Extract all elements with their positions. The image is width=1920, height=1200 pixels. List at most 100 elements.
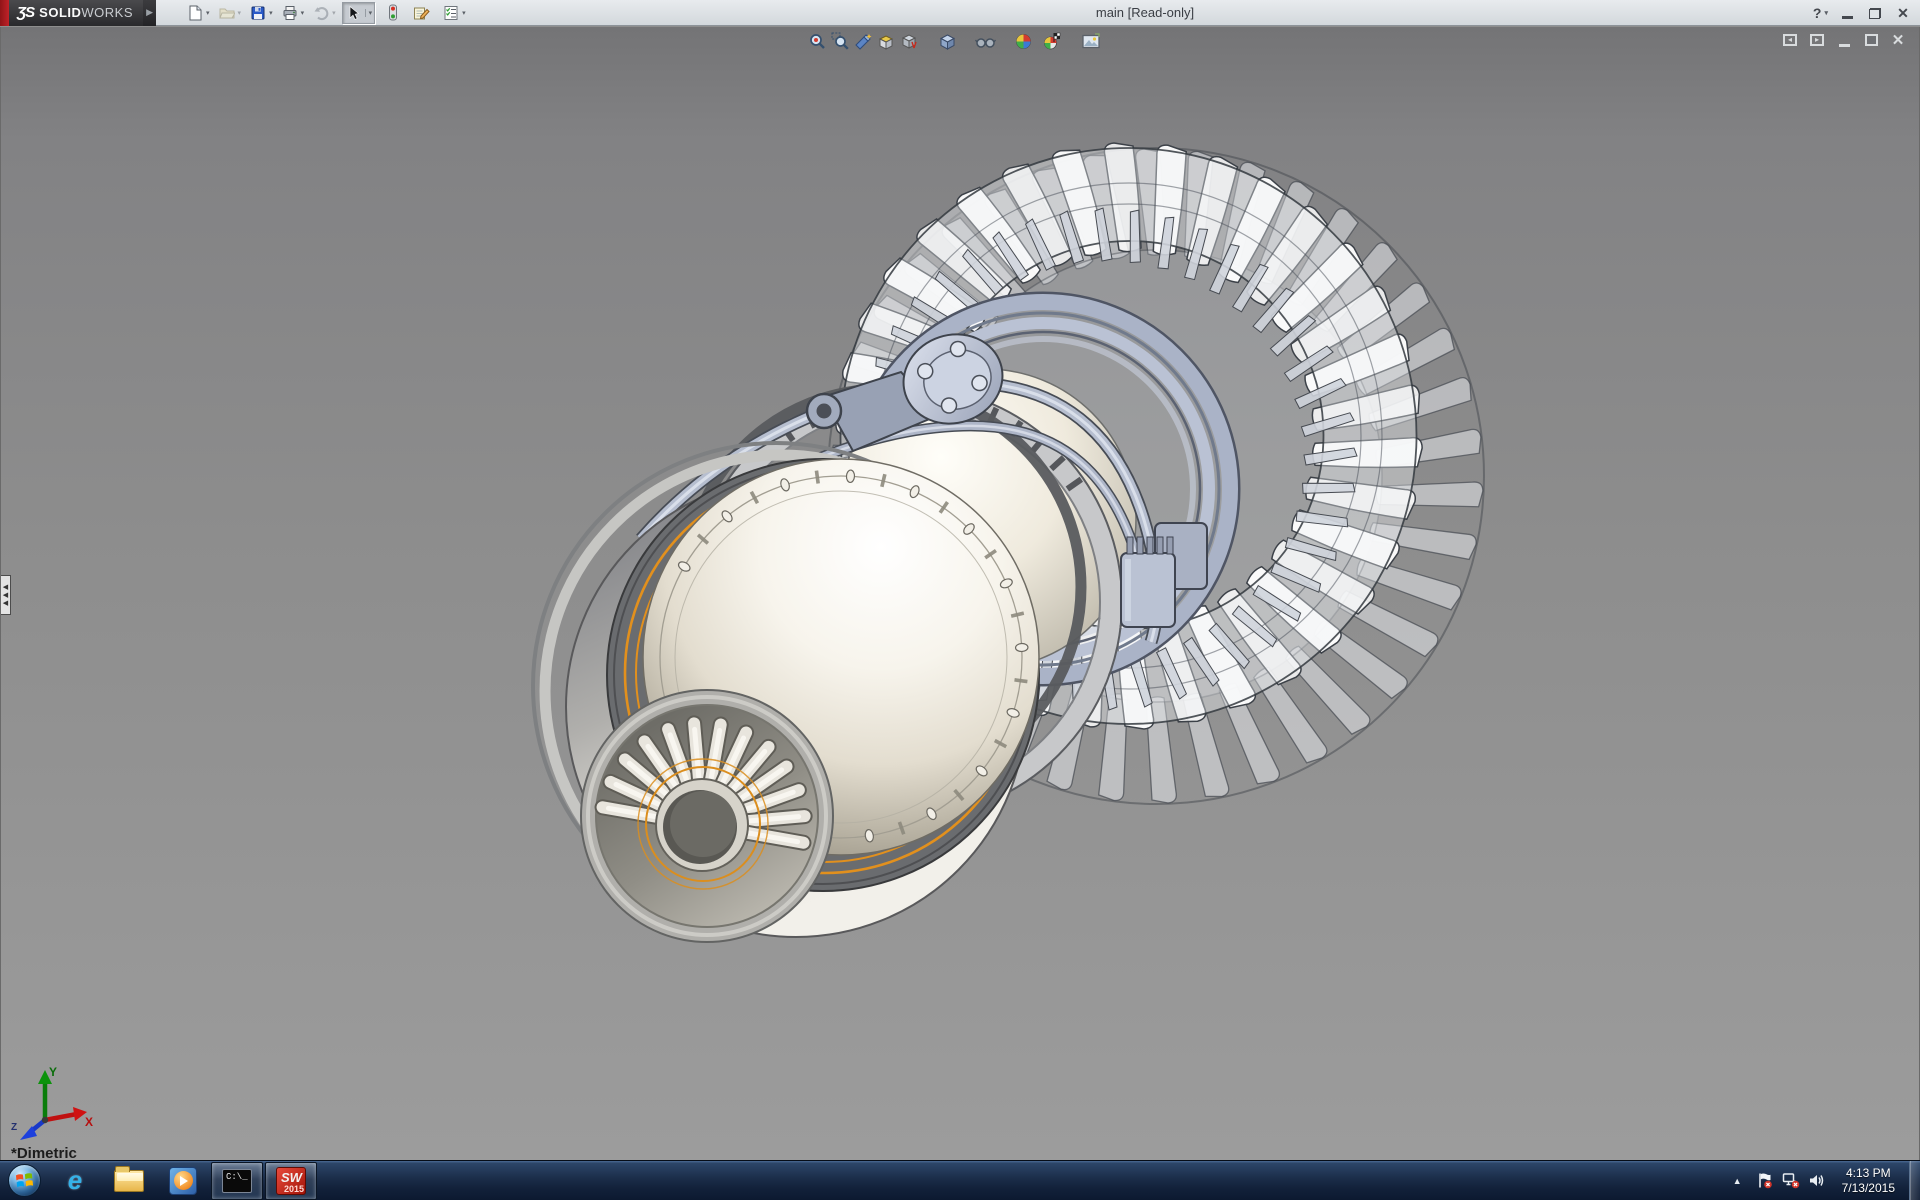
dropdown-arrow-icon[interactable]: ▾ — [206, 9, 210, 17]
comment-icon — [413, 5, 430, 21]
volume-icon[interactable] — [1808, 1172, 1826, 1190]
traffic-light-icon — [387, 4, 399, 21]
headsup-previous-view-button[interactable] — [852, 30, 875, 53]
brand-red-stripe — [0, 0, 9, 26]
windows-flag-icon — [15, 1171, 34, 1190]
headsup-annotation-views-button[interactable] — [898, 30, 921, 53]
taskbar-media-player[interactable] — [157, 1162, 209, 1200]
select-button[interactable]: ▾ — [342, 2, 376, 24]
open-button[interactable]: ▾ — [216, 2, 245, 24]
traffic-light-button[interactable] — [384, 2, 402, 24]
headsup-apply-scene-button[interactable] — [1041, 30, 1064, 53]
dropdown-arrow-icon[interactable]: ▾ — [301, 9, 305, 17]
headsup-view-settings-button[interactable] — [1079, 30, 1102, 53]
restore-icon — [1869, 8, 1881, 19]
solidworks-logo: ƷS SOLID WORKS — [9, 0, 143, 26]
hide-show-items-icon — [975, 32, 996, 51]
dropdown-arrow-icon[interactable]: ▾ — [365, 9, 373, 17]
start-button[interactable] — [0, 1161, 48, 1200]
zoom-to-area-icon — [831, 32, 850, 51]
zoom-to-fit-icon — [808, 32, 827, 51]
titlebar-controls: ? ▾ ✕ — [1813, 0, 1912, 26]
orientation-triad: Y X Z — [9, 1062, 95, 1146]
titlebar: ƷS SOLID WORKS ▶ ▾ ▾ ▾ ▾ — [0, 0, 1920, 26]
action-center-flag-icon[interactable] — [1756, 1172, 1774, 1190]
pane-collapse-right-button[interactable]: ▸ — [1808, 32, 1826, 48]
undo-button[interactable]: ▾ — [310, 2, 339, 24]
viewport-3d[interactable]: ◂ ▸ ✕ ◀ ◀ ◀ Y X Z *Dimetric — [0, 27, 1920, 1160]
headsup-view-toolbar — [806, 30, 1102, 53]
dropdown-arrow-icon[interactable]: ▾ — [462, 9, 466, 17]
headsup-view-orientation-button[interactable] — [936, 30, 959, 53]
doc-minimize-icon — [1839, 44, 1850, 47]
pane-collapse-right-icon: ▸ — [1810, 34, 1824, 46]
doc-restore-button[interactable] — [1862, 32, 1880, 48]
pane-collapse-left-button[interactable]: ◂ — [1781, 32, 1799, 48]
print-icon — [282, 5, 298, 21]
taskbar-internet-explorer[interactable]: e — [49, 1162, 101, 1200]
headsup-edit-appearance-button[interactable] — [1012, 30, 1035, 53]
previous-view-icon — [854, 32, 873, 51]
brand-text-bold: SOLID — [39, 5, 81, 20]
system-tray: ▲ 4:13 PM 7/13/2015 — [1733, 1161, 1920, 1200]
brand-text-light: WORKS — [81, 5, 133, 20]
menu-expand-arrow-icon[interactable]: ▶ — [143, 0, 156, 26]
section-view-icon — [877, 32, 896, 51]
solidworks-logo-glyph-icon: ƷS — [17, 4, 34, 21]
comment-button[interactable] — [410, 2, 433, 24]
taskbar-windows-explorer[interactable] — [103, 1162, 155, 1200]
options-list-icon — [443, 5, 459, 21]
media-player-icon — [169, 1167, 197, 1195]
annotation-views-icon — [900, 32, 919, 51]
minimize-button[interactable] — [1838, 4, 1856, 22]
taskbar-command-prompt[interactable]: C:\_ — [211, 1162, 263, 1200]
close-button[interactable]: ✕ — [1894, 4, 1912, 22]
view-orientation-icon — [938, 32, 957, 51]
apply-scene-icon — [1043, 32, 1062, 51]
dropdown-arrow-icon: ▾ — [1824, 9, 1828, 17]
pane-collapse-left-icon: ◂ — [1783, 34, 1797, 46]
dropdown-arrow-icon[interactable]: ▾ — [269, 9, 273, 17]
headsup-zoom-to-area-button[interactable] — [829, 30, 852, 53]
save-button[interactable]: ▾ — [247, 2, 276, 24]
internet-explorer-icon: e — [68, 1165, 82, 1196]
new-document-icon — [187, 5, 203, 21]
minimize-icon — [1842, 16, 1853, 19]
new-document-button[interactable]: ▾ — [184, 2, 213, 24]
hidden-icons-chevron-icon[interactable]: ▲ — [1733, 1176, 1742, 1186]
solidworks-2015-icon: SW 2015 — [276, 1167, 306, 1195]
show-desktop-button[interactable] — [1909, 1161, 1920, 1200]
command-prompt-icon: C:\_ — [222, 1169, 252, 1193]
doc-close-button[interactable]: ✕ — [1889, 32, 1907, 48]
clock-date: 7/13/2015 — [1842, 1181, 1895, 1196]
solidworks-window: ƷS SOLID WORKS ▶ ▾ ▾ ▾ ▾ — [0, 0, 1920, 1200]
help-button[interactable]: ? ▾ — [1813, 5, 1828, 21]
print-button[interactable]: ▾ — [279, 2, 308, 24]
main-toolbar: ▾ ▾ ▾ ▾ ▾ ▾ — [184, 0, 472, 26]
headsup-zoom-to-fit-button[interactable] — [806, 30, 829, 53]
doc-minimize-button[interactable] — [1835, 32, 1853, 48]
engine-model[interactable] — [1, 27, 1920, 1160]
restore-button[interactable] — [1866, 4, 1884, 22]
chevron-left-icon: ◀ — [3, 584, 8, 591]
dropdown-arrow-icon[interactable]: ▾ — [238, 9, 242, 17]
dropdown-arrow-icon[interactable]: ▾ — [332, 9, 336, 17]
featuremanager-collapsed-tab[interactable]: ◀ ◀ ◀ — [1, 575, 11, 615]
select-cursor-icon — [345, 5, 361, 21]
save-icon — [250, 5, 266, 21]
taskbar-solidworks-2015[interactable]: SW 2015 — [265, 1162, 317, 1200]
windows-start-orb-icon — [8, 1164, 41, 1197]
network-error-icon[interactable] — [1782, 1172, 1800, 1190]
options-button[interactable]: ▾ — [440, 2, 469, 24]
taskbar-clock[interactable]: 4:13 PM 7/13/2015 — [1842, 1166, 1895, 1196]
window-title: main [Read-only] — [985, 5, 1305, 20]
document-window-controls: ◂ ▸ ✕ — [1781, 32, 1907, 48]
triad-x-label: X — [85, 1115, 93, 1129]
windows-explorer-icon — [114, 1170, 144, 1192]
headsup-hide-show-items-button[interactable] — [974, 30, 997, 53]
chevron-left-icon: ◀ — [3, 592, 8, 599]
headsup-section-view-button[interactable] — [875, 30, 898, 53]
doc-restore-icon — [1865, 34, 1878, 46]
open-icon — [219, 5, 235, 21]
undo-icon — [313, 5, 329, 21]
